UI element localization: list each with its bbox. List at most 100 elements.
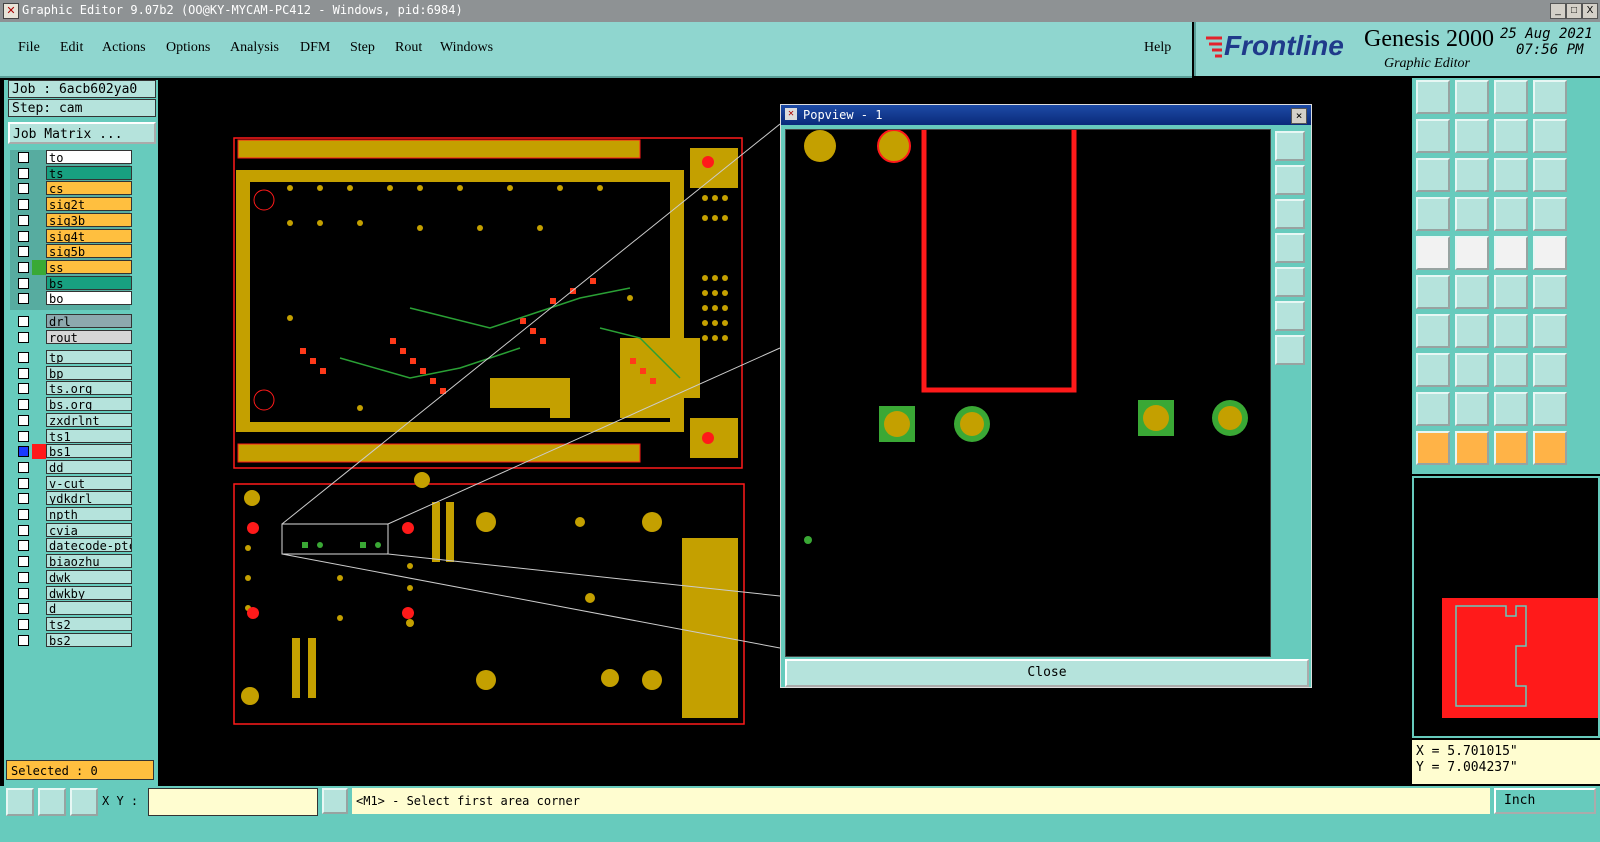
component-icon[interactable] — [1416, 353, 1450, 387]
menu-options[interactable]: Options — [166, 40, 210, 56]
layer-row[interactable]: v-cut — [14, 475, 132, 491]
layer-name[interactable]: cvia — [46, 522, 132, 537]
layer-checkbox[interactable] — [18, 277, 29, 289]
layer-display-slot[interactable] — [32, 314, 46, 329]
layer-display-slot[interactable] — [32, 181, 46, 196]
layer-name[interactable]: bs.org — [46, 397, 132, 412]
layer-checkbox[interactable] — [18, 261, 29, 273]
layer-row[interactable]: zxdrlnt — [14, 412, 132, 428]
layer-row[interactable]: cs — [14, 181, 132, 196]
resize-icon[interactable] — [1494, 353, 1528, 387]
layer-name[interactable]: ydkdrl — [46, 491, 132, 506]
menu-actions[interactable]: Actions — [102, 40, 146, 56]
measure-icon[interactable] — [38, 788, 66, 816]
layer-checkbox[interactable] — [18, 367, 29, 379]
layer-name[interactable]: bp — [46, 365, 132, 380]
layer-display-slot[interactable] — [32, 507, 46, 522]
popview-window[interactable]: ✕ Popview - 1 × Close — [780, 104, 1312, 688]
layer-checkbox[interactable] — [18, 477, 29, 489]
layer-row[interactable]: ts.org — [14, 381, 132, 396]
layer-checkbox[interactable] — [18, 556, 29, 568]
text-b-icon[interactable] — [1533, 392, 1567, 426]
popview-pan-left-icon[interactable] — [1275, 233, 1305, 263]
layer-checkbox[interactable] — [18, 587, 29, 599]
netlist-icon[interactable] — [1494, 197, 1528, 231]
layer-name[interactable]: tp — [46, 350, 132, 364]
trace-icon[interactable] — [1455, 353, 1489, 387]
layer-display-slot[interactable] — [32, 444, 46, 460]
layer-row[interactable]: dwkby — [14, 585, 132, 601]
close-window-button[interactable]: X — [1582, 3, 1598, 19]
minimize-button[interactable]: _ — [1550, 3, 1566, 19]
layer-display-slot[interactable] — [32, 366, 46, 381]
layer-checkbox[interactable] — [18, 461, 29, 473]
layer-checkbox[interactable] — [18, 152, 29, 163]
layer-checkbox[interactable] — [18, 430, 29, 442]
pan-right-icon[interactable] — [1455, 119, 1489, 153]
text-a-icon[interactable] — [1494, 392, 1528, 426]
layer-row[interactable]: bo — [14, 291, 132, 306]
layer-checkbox[interactable] — [18, 383, 29, 395]
layer-name[interactable]: ts1 — [46, 428, 132, 443]
layer-display-slot[interactable] — [32, 554, 46, 569]
layer-name[interactable]: dd — [46, 459, 132, 474]
layer-display-slot[interactable] — [32, 586, 46, 601]
layer-row[interactable]: dwk — [14, 569, 132, 585]
layer-row[interactable]: cvia — [14, 522, 132, 538]
triangle-a-icon[interactable] — [1416, 392, 1450, 426]
layer-display-slot[interactable] — [32, 150, 46, 165]
layer-row[interactable]: sig3b — [14, 212, 132, 228]
layer-display-slot[interactable] — [32, 429, 46, 444]
layer-row[interactable]: dd — [14, 459, 132, 475]
layer-checkbox[interactable] — [18, 634, 29, 646]
xy-input[interactable] — [148, 788, 318, 816]
swap-icon[interactable] — [1494, 119, 1528, 153]
layer-row[interactable]: ts2 — [14, 616, 132, 632]
zoom-extent-icon[interactable] — [1455, 158, 1489, 192]
layer-checkbox[interactable] — [18, 199, 29, 211]
layer-display-slot[interactable] — [32, 460, 46, 475]
popview-pan-down-icon[interactable] — [1275, 199, 1305, 229]
layer-checkbox[interactable] — [18, 331, 29, 343]
layer-name[interactable]: drl — [46, 314, 132, 328]
warning-icon[interactable] — [322, 788, 348, 814]
layer-display-slot[interactable] — [32, 523, 46, 538]
overview-map[interactable] — [1412, 476, 1600, 738]
layer-display-slot[interactable] — [32, 397, 46, 412]
layer-checkbox[interactable] — [18, 230, 29, 242]
grid-icon[interactable] — [70, 788, 98, 816]
layer-checkbox[interactable] — [18, 352, 29, 363]
layer-display-slot[interactable] — [32, 617, 46, 632]
layer-name[interactable]: ts.org — [46, 381, 132, 396]
menu-step[interactable]: Step — [350, 40, 375, 56]
layer-name[interactable]: bs — [46, 275, 132, 290]
layer-row[interactable]: ss — [14, 259, 132, 275]
layer-display-slot[interactable] — [32, 166, 46, 181]
tool-settings-icon[interactable] — [1416, 197, 1450, 231]
layer-checkbox[interactable] — [18, 183, 29, 195]
layer-name[interactable]: ts — [46, 165, 132, 180]
layer-row[interactable]: datecode-ptc — [14, 538, 132, 553]
layer-name[interactable]: zxdrlnt — [46, 412, 132, 427]
layer-name[interactable]: v-cut — [46, 475, 132, 490]
layer-name[interactable]: npth — [46, 507, 132, 521]
layer-checkbox[interactable] — [18, 316, 29, 327]
layer-display-slot[interactable] — [32, 291, 46, 306]
layer-display-slot[interactable] — [32, 229, 46, 244]
layer-name[interactable]: bs2 — [46, 632, 132, 647]
layer-display-slot[interactable] — [32, 570, 46, 585]
layer-display-slot[interactable] — [32, 381, 46, 396]
triangle-b-icon[interactable] — [1455, 392, 1489, 426]
layer-checkbox[interactable] — [18, 414, 29, 426]
layer-row[interactable]: ts1 — [14, 428, 132, 444]
rotate-icon[interactable] — [1494, 314, 1528, 348]
layer-row[interactable]: sig5b — [14, 244, 132, 259]
netlist-alt-icon[interactable] — [1533, 197, 1567, 231]
line-edit-icon[interactable] — [1416, 314, 1450, 348]
layer-row[interactable]: to — [14, 150, 132, 165]
layer-row[interactable]: sig4t — [14, 228, 132, 244]
add-pad-icon[interactable] — [1416, 236, 1450, 270]
select-poly-icon[interactable] — [1494, 431, 1528, 465]
layer-checkbox[interactable] — [18, 246, 29, 258]
popview-close-icon[interactable]: × — [1291, 108, 1307, 124]
